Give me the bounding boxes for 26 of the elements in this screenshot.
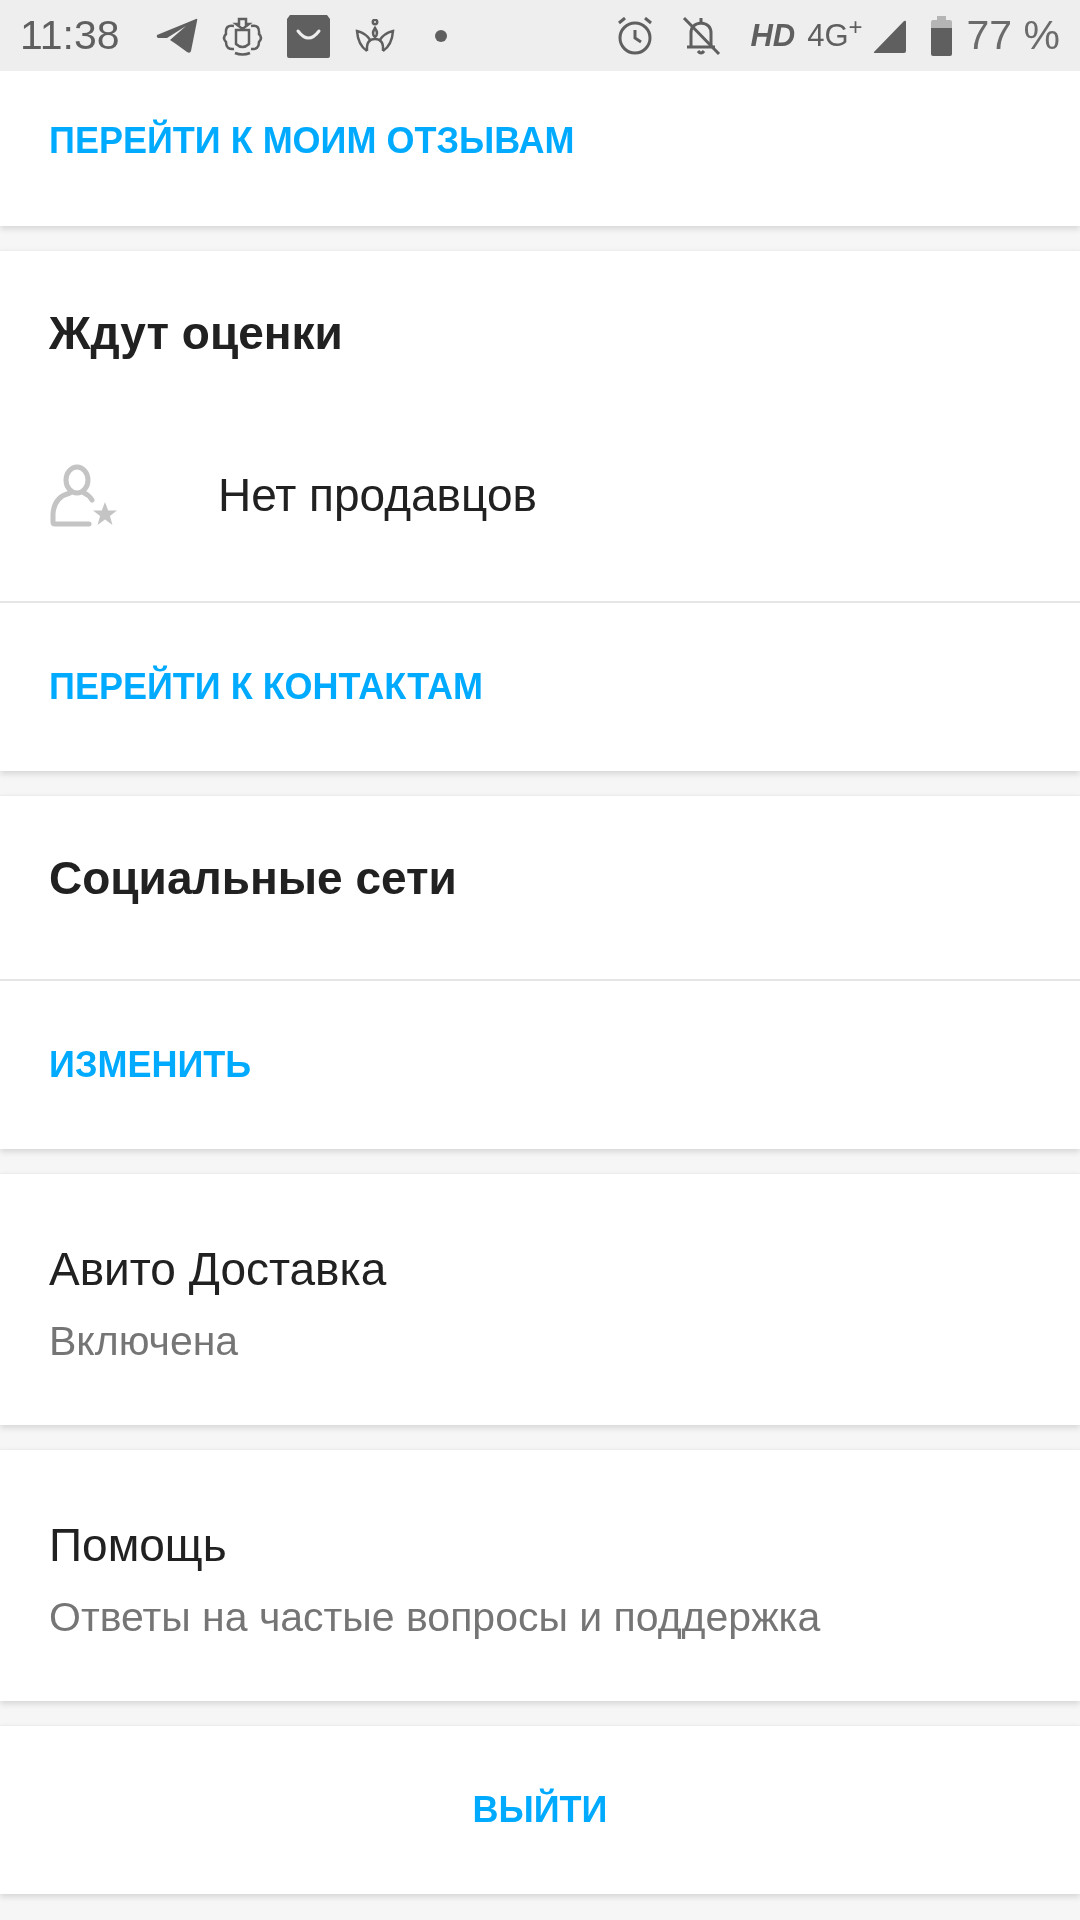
- logout-button[interactable]: ВЫЙТИ: [472, 1788, 608, 1832]
- empty-state-text: Нет продавцов: [218, 469, 537, 521]
- network-label: 4G$^{+}$: [807, 20, 863, 51]
- battery-percent: 77 %: [966, 15, 1060, 56]
- section-heading: Ждут оценки: [49, 309, 344, 357]
- signal-icon: [872, 18, 906, 53]
- item-subtitle: Ответы на частые вопросы и поддержка: [49, 1593, 822, 1641]
- section-link[interactable]: ИЗМЕНИТЬ: [49, 1043, 252, 1087]
- battery-icon: [929, 15, 953, 56]
- lotus-icon: [353, 18, 396, 53]
- section-link[interactable]: ПЕРЕЙТИ К МОИМ ОТЗЫВАМ: [49, 119, 575, 163]
- status-time: 11:38: [20, 15, 120, 56]
- alarm-clock-icon: [617, 16, 654, 55]
- section-link[interactable]: ПЕРЕЙТИ К КОНТАКТАМ: [49, 665, 483, 709]
- notification-dot-icon: [434, 29, 447, 42]
- menu-item-card[interactable]: Помощь Ответы на частые вопросы и поддержка: [0, 1449, 1080, 1701]
- paper-plane-icon: [155, 17, 198, 54]
- shopping-bag-icon: [285, 13, 331, 58]
- item-title: Помощь: [49, 1519, 228, 1571]
- bell-off-icon: [682, 15, 722, 56]
- section-heading: Социальные сети: [49, 854, 458, 902]
- item-title: Авито Доставка: [49, 1243, 388, 1295]
- menu-item-card[interactable]: Авито Доставка Включена: [0, 1173, 1080, 1425]
- person-star-icon: [49, 463, 117, 527]
- item-subtitle: Включена: [49, 1317, 240, 1365]
- hd-label: HD: [750, 20, 796, 51]
